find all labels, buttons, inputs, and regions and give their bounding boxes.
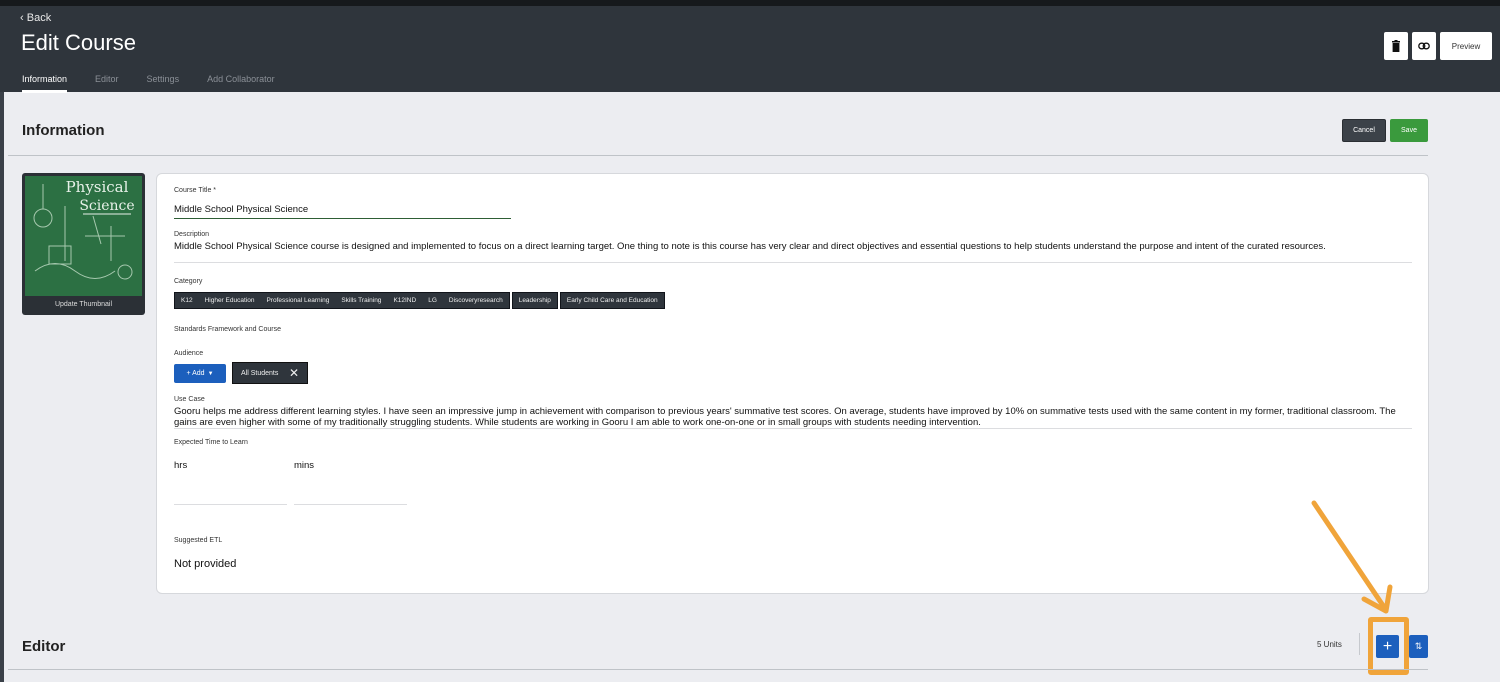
audience-chip-all-students: All Students ✕ xyxy=(232,362,308,384)
header-actions: Preview xyxy=(1384,32,1492,60)
category-lg: LG xyxy=(428,297,437,304)
course-thumbnail-image: Physical Science xyxy=(25,176,142,296)
expected-time-label: Expected Time to Learn xyxy=(174,439,248,446)
hours-label: hrs xyxy=(174,460,188,471)
use-case-underline xyxy=(174,428,1412,429)
copy-link-button[interactable] xyxy=(1412,32,1436,60)
editor-section-title: Editor xyxy=(22,638,66,655)
audience-chip-label: All Students xyxy=(241,369,279,377)
top-header: ‹ Back Edit Course Information Editor Se… xyxy=(0,0,1500,93)
description-textarea[interactable]: Middle School Physical Science course is… xyxy=(174,241,1409,261)
annotation-arrow-icon xyxy=(1311,500,1393,614)
cancel-button[interactable]: Cancel xyxy=(1342,119,1386,142)
category-k12ind: K12IND xyxy=(393,297,417,304)
page-title: Edit Course xyxy=(21,30,136,55)
add-audience-label: + Add xyxy=(186,370,205,377)
course-info-form: Course Title * Middle School Physical Sc… xyxy=(156,173,1429,594)
add-audience-button[interactable]: + Add ▼ xyxy=(174,364,226,383)
course-title-input[interactable]: Middle School Physical Science xyxy=(174,204,308,215)
course-title-underline xyxy=(174,218,511,219)
audience-label: Audience xyxy=(174,350,204,357)
save-button[interactable]: Save xyxy=(1390,119,1428,142)
tab-settings[interactable]: Settings xyxy=(147,74,180,93)
use-case-textarea[interactable]: Gooru helps me address different learnin… xyxy=(174,406,1412,428)
category-higher-education: Higher Education xyxy=(204,297,255,304)
category-professional-learning: Professional Learning xyxy=(266,297,330,304)
use-case-label: Use Case xyxy=(174,396,205,403)
category-chips: K12 Higher Education Professional Learni… xyxy=(174,292,665,309)
thumbnail-card: Physical Science Update Thumbnail xyxy=(22,173,145,315)
standards-label: Standards Framework and Course xyxy=(174,326,281,333)
information-divider xyxy=(8,155,1428,156)
close-icon[interactable]: ✕ xyxy=(289,366,299,380)
category-label: Category xyxy=(174,278,203,285)
category-skills-training: Skills Training xyxy=(341,297,382,304)
category-early-child: Early Child Care and Education xyxy=(566,297,658,304)
preview-button[interactable]: Preview xyxy=(1440,32,1492,60)
tab-information[interactable]: Information xyxy=(22,74,68,93)
left-edge-bar xyxy=(0,92,4,682)
link-icon xyxy=(1418,42,1430,50)
units-count: 5 Units xyxy=(1317,640,1342,649)
highlight-box xyxy=(1368,617,1409,675)
svg-text:Science: Science xyxy=(79,198,134,214)
category-chip-leadership[interactable]: Leadership xyxy=(511,292,558,309)
course-title-label: Course Title * xyxy=(174,187,217,194)
category-discoveryresearch: Discoveryresearch xyxy=(448,297,503,304)
description-label: Description xyxy=(174,231,210,238)
update-thumbnail-button[interactable]: Update Thumbnail xyxy=(25,296,142,312)
tab-bar: Information Editor Settings Add Collabor… xyxy=(22,74,275,93)
caret-down-icon: ▼ xyxy=(207,370,214,377)
back-label: Back xyxy=(26,12,52,24)
chalkboard-illustration: Physical Science xyxy=(25,176,142,296)
minutes-input[interactable] xyxy=(294,504,407,505)
tab-editor[interactable]: Editor xyxy=(95,74,119,93)
trash-icon xyxy=(1392,40,1400,52)
information-section-title: Information xyxy=(22,122,105,139)
suggested-etl-label: Suggested ETL xyxy=(174,537,223,544)
delete-button[interactable] xyxy=(1384,32,1408,60)
chevron-left-icon: ‹ xyxy=(20,12,24,24)
svg-text:Physical: Physical xyxy=(66,178,129,196)
back-link[interactable]: ‹ Back xyxy=(20,12,51,24)
minutes-label: mins xyxy=(294,460,315,471)
tab-add-collaborator[interactable]: Add Collaborator xyxy=(207,74,275,93)
suggested-etl-value: Not provided xyxy=(174,558,237,570)
reorder-button[interactable]: ⇅ xyxy=(1409,635,1428,658)
editor-divider xyxy=(8,669,1428,670)
category-chip-early-child[interactable]: Early Child Care and Education xyxy=(559,292,665,309)
category-leadership: Leadership xyxy=(518,297,551,304)
reorder-icon: ⇅ xyxy=(1414,641,1423,651)
hours-input[interactable] xyxy=(174,504,287,505)
category-chip-group[interactable]: K12 Higher Education Professional Learni… xyxy=(174,292,510,309)
description-underline xyxy=(174,262,1412,263)
category-k12: K12 xyxy=(181,297,193,304)
editor-separator xyxy=(1359,633,1360,655)
